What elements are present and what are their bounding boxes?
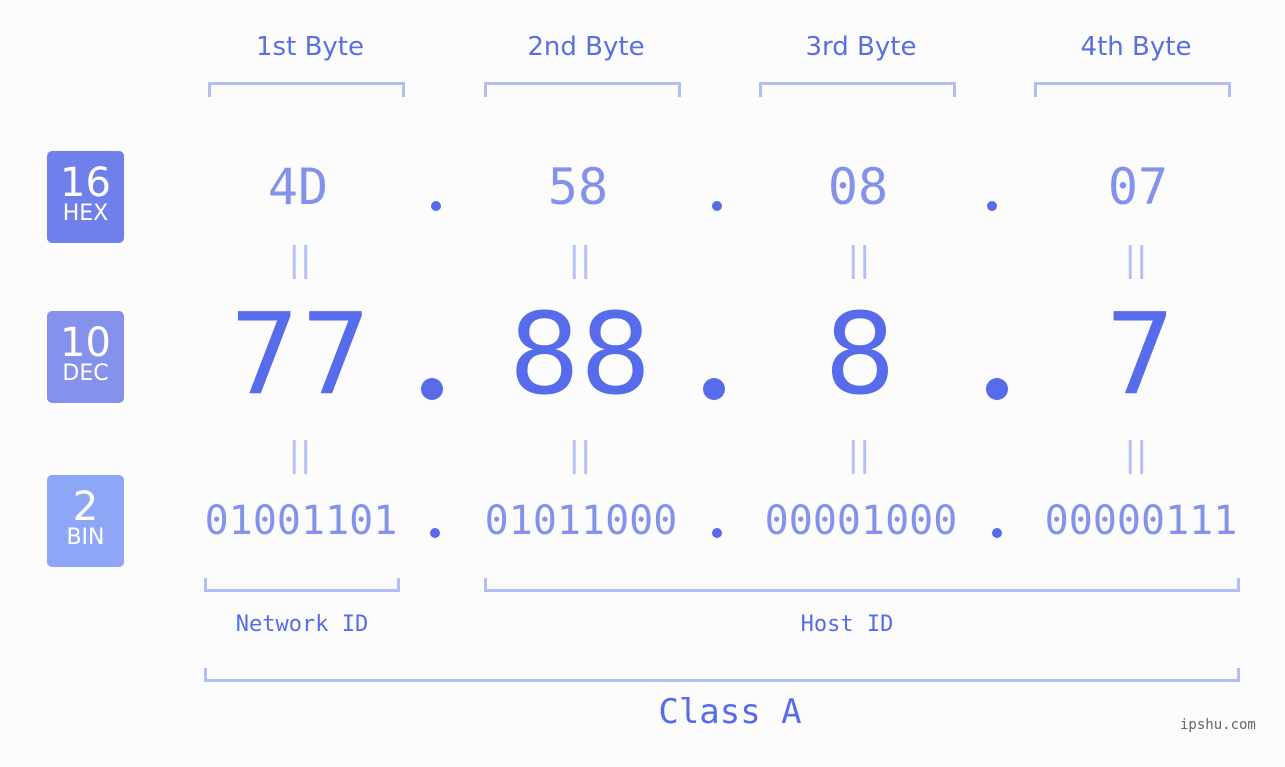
hex-byte-2: 58 <box>547 158 609 216</box>
byte-header-2: 2nd Byte <box>527 32 645 62</box>
host-bracket <box>484 578 1240 592</box>
bin-byte-4: 00000111 <box>1044 498 1238 544</box>
network-id-label: Network ID <box>235 612 369 637</box>
bin-byte-2: 01011000 <box>484 498 678 544</box>
bin-dot-1 <box>430 528 440 538</box>
bin-base-number: 2 <box>72 484 99 530</box>
equals-hex-dec-1: || <box>288 240 312 280</box>
dec-byte-2: 88 <box>508 290 652 420</box>
bin-byte-1: 01001101 <box>204 498 398 544</box>
equals-dec-bin-3: || <box>847 435 871 475</box>
dec-byte-1: 77 <box>228 290 372 420</box>
dec-byte-3: 8 <box>824 290 896 420</box>
byte-bracket-1 <box>208 82 405 97</box>
hex-badge: 16 HEX <box>47 151 124 243</box>
host-id-label: Host ID <box>800 612 894 637</box>
bin-dot-3 <box>992 528 1002 538</box>
byte-bracket-4 <box>1034 82 1231 97</box>
byte-header-3: 3rd Byte <box>805 32 917 62</box>
equals-hex-dec-4: || <box>1124 240 1148 280</box>
hex-dot-1 <box>431 201 441 211</box>
dec-base-label: DEC <box>62 361 109 386</box>
byte-bracket-2 <box>484 82 681 97</box>
dec-byte-4: 7 <box>1104 290 1176 420</box>
hex-byte-4: 07 <box>1107 158 1169 216</box>
bin-byte-3: 00001000 <box>764 498 958 544</box>
bin-dot-2 <box>712 528 722 538</box>
bin-base-label: BIN <box>66 525 105 550</box>
dec-dot-1 <box>421 378 443 400</box>
equals-hex-dec-2: || <box>568 240 592 280</box>
bin-badge: 2 BIN <box>47 475 124 567</box>
equals-dec-bin-1: || <box>288 435 312 475</box>
dec-dot-2 <box>703 378 725 400</box>
hex-dot-3 <box>987 201 997 211</box>
dec-dot-3 <box>986 378 1008 400</box>
hex-base-number: 16 <box>60 160 111 206</box>
network-bracket <box>204 578 400 592</box>
hex-byte-3: 08 <box>827 158 889 216</box>
dec-badge: 10 DEC <box>47 311 124 403</box>
hex-dot-2 <box>712 201 722 211</box>
watermark: ipshu.com <box>1180 717 1256 733</box>
class-label: Class A <box>658 692 802 732</box>
hex-byte-1: 4D <box>267 158 329 216</box>
class-bracket <box>204 668 1240 682</box>
byte-header-1: 1st Byte <box>256 32 364 62</box>
equals-hex-dec-3: || <box>847 240 871 280</box>
hex-base-label: HEX <box>62 201 109 226</box>
byte-bracket-3 <box>759 82 956 97</box>
dec-base-number: 10 <box>60 320 111 366</box>
equals-dec-bin-4: || <box>1124 435 1148 475</box>
byte-header-4: 4th Byte <box>1080 32 1192 62</box>
equals-dec-bin-2: || <box>568 435 592 475</box>
